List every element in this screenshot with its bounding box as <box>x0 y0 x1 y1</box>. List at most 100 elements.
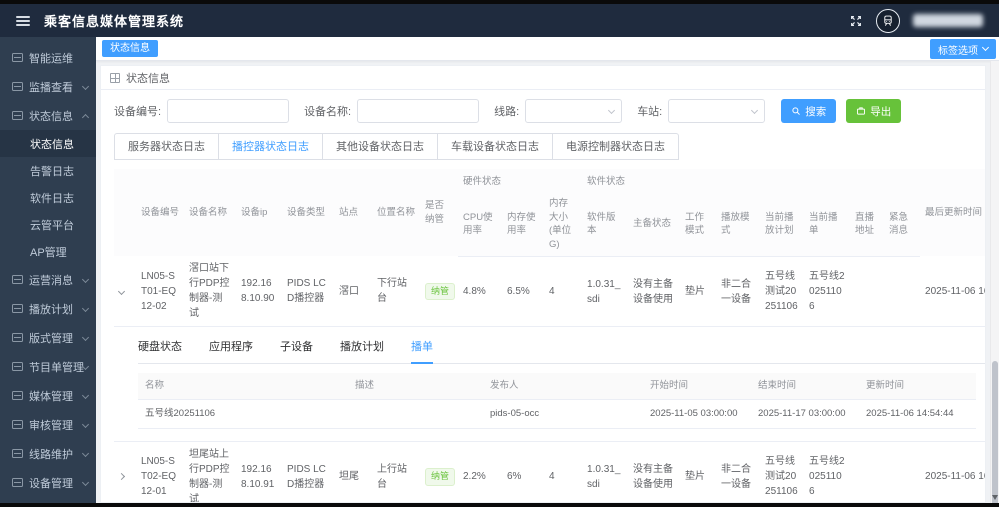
monitor-icon <box>12 82 23 91</box>
expand-row-icon[interactable] <box>118 473 125 480</box>
col-header-location-name: 位置名称 <box>372 169 420 256</box>
cell-site: 滘口 <box>334 256 372 327</box>
cell-memory-size: 4 <box>544 256 582 327</box>
active-page-tag[interactable]: 状态信息 <box>102 40 158 57</box>
subtab-playlist[interactable]: 播单 <box>411 336 433 363</box>
subcol-header-publisher: 发布人 <box>483 373 643 399</box>
col-header-software-version: 软件版本 <box>582 193 628 257</box>
software-status-group-header: 软件状态 <box>582 169 920 193</box>
cell-last-update: 2025-11-06 16 <box>920 256 985 327</box>
sidebar-item-media-management[interactable]: 媒体管理 <box>0 381 96 410</box>
tab-other-device-status-log[interactable]: 其他设备状态日志 <box>323 133 438 160</box>
subcol-header-update-time: 更新时间 <box>859 373 976 399</box>
line-label: 线路: <box>494 103 519 119</box>
sidebar-item-status-info[interactable]: 状态信息 <box>0 101 96 130</box>
plan-icon <box>12 304 23 313</box>
sidebar-item-device-management[interactable]: 设备管理 <box>0 468 96 497</box>
layout-icon <box>12 333 23 342</box>
status-table-wrap: 设备编号设备名称设备ip设备类型站点位置名称是否纳管硬件状态软件状态最后更新时间… <box>114 169 985 502</box>
chevron-down-icon <box>82 479 89 486</box>
cell-software-version: 1.0.31_sdi <box>582 441 628 502</box>
col-header-master-backup: 主备状态 <box>628 193 680 257</box>
tab-controller-status-log[interactable]: 播控器状态日志 <box>219 133 323 160</box>
sidebar-item-layout-management[interactable]: 版式管理 <box>0 323 96 352</box>
sidebar-item-program-management[interactable]: 节目单管理 <box>0 352 96 381</box>
expand-cell <box>114 256 136 327</box>
fullscreen-icon[interactable] <box>849 14 863 28</box>
station-select[interactable] <box>668 99 765 123</box>
col-header-managed: 是否纳管 <box>420 169 458 256</box>
tab-server-status-log[interactable]: 服务器状态日志 <box>114 133 219 160</box>
cell-current-plan: 五号线测试20251106 <box>760 441 804 502</box>
col-header-play-mode: 播放模式 <box>716 193 760 257</box>
device-name-input[interactable] <box>357 99 479 123</box>
cell-device-ip: 192.168.10.91 <box>236 441 282 502</box>
export-button-label: 导出 <box>870 104 891 119</box>
col-header-memory-size: 内存大小(单位G) <box>544 193 582 257</box>
scroll-down-arrow-icon[interactable] <box>992 495 998 500</box>
col-header-current-plan: 当前播放计划 <box>760 193 804 257</box>
chevron-down-icon <box>82 392 89 399</box>
sidebar-item-intelligent-ops[interactable]: 智能运维 <box>0 43 96 72</box>
line-icon <box>12 449 23 458</box>
subtab-applications[interactable]: 应用程序 <box>209 336 253 363</box>
chevron-down-icon <box>82 421 89 428</box>
col-header-device-type: 设备类型 <box>282 169 334 256</box>
expanded-detail-cell: 硬盘状态应用程序子设备播放计划播单名称描述发布人开始时间结束时间更新时间五号线2… <box>114 327 985 442</box>
sidebar-item-label: 播放计划 <box>29 301 73 317</box>
tab-vehicle-device-status-log[interactable]: 车载设备状态日志 <box>438 133 553 160</box>
export-button[interactable]: 导出 <box>846 99 901 123</box>
sidebar-item-operation-message[interactable]: 运营消息 <box>0 265 96 294</box>
search-button[interactable]: 搜索 <box>781 99 836 123</box>
chevron-down-icon <box>82 334 89 341</box>
page-title-icon <box>110 73 120 83</box>
chevron-down-icon <box>82 276 89 283</box>
col-header-device-name: 设备名称 <box>184 169 236 256</box>
sidebar-subitem-status-info[interactable]: 状态信息 <box>0 130 96 157</box>
cell-device-name: 滘口站下行PDP控制器-测试 <box>184 256 236 327</box>
sidebar-subitem-cloud-platform[interactable]: 云管平台 <box>0 211 96 238</box>
expand-cell <box>114 441 136 502</box>
device-no-input[interactable] <box>167 99 289 123</box>
cell-memory-usage: 6.5% <box>502 256 544 327</box>
playlist-subtable: 名称描述发布人开始时间结束时间更新时间五号线20251106pids-05-oc… <box>138 373 976 429</box>
col-header-cpu-usage: CPU使用率 <box>458 193 502 257</box>
search-button-label: 搜索 <box>805 104 826 119</box>
subcell-start-time: 2025-11-05 03:00:00 <box>643 399 751 428</box>
station-label: 车站: <box>637 103 662 119</box>
col-header-emergency-message: 紧急消息 <box>884 193 920 257</box>
cell-emergency-message <box>884 256 920 327</box>
sidebar-subitem-label: AP管理 <box>30 244 67 260</box>
subtab-play-plan[interactable]: 播放计划 <box>340 336 384 363</box>
cell-current-playlist: 五号线20251106 <box>804 256 850 327</box>
device-name-label: 设备名称: <box>304 103 351 119</box>
collapse-row-icon[interactable] <box>118 288 125 295</box>
tab-power-controller-status-log[interactable]: 电源控制器状态日志 <box>553 133 679 160</box>
sidebar-item-play-plan[interactable]: 播放计划 <box>0 294 96 323</box>
cell-master-backup: 没有主备设备使用 <box>628 256 680 327</box>
col-header-memory-usage: 内存使用率 <box>502 193 544 257</box>
subtab-disk-status[interactable]: 硬盘状态 <box>138 336 182 363</box>
sidebar-item-label: 审核管理 <box>29 417 73 433</box>
sidebar-item-review-management[interactable]: 审核管理 <box>0 410 96 439</box>
cell-memory-size: 4 <box>544 441 582 502</box>
avatar[interactable] <box>876 9 900 33</box>
sidebar-item-line-maintenance[interactable]: 线路维护 <box>0 439 96 468</box>
col-header-current-playlist: 当前播单 <box>804 193 850 257</box>
menu-toggle-icon[interactable] <box>16 16 30 26</box>
col-header-site: 站点 <box>334 169 372 256</box>
cell-cpu-usage: 2.2% <box>458 441 502 502</box>
cell-location-name: 上行站台 <box>372 441 420 502</box>
subtab-sub-devices[interactable]: 子设备 <box>280 336 313 363</box>
scrollbar-thumb[interactable] <box>992 361 998 507</box>
sidebar-subitem-ap-management[interactable]: AP管理 <box>0 238 96 265</box>
sidebar-subitem-alarm-log[interactable]: 告警日志 <box>0 157 96 184</box>
line-select[interactable] <box>525 99 622 123</box>
sidebar-subitem-software-log[interactable]: 软件日志 <box>0 184 96 211</box>
sidebar-item-label: 智能运维 <box>29 50 73 66</box>
tag-options-button[interactable]: 标签选项 <box>930 39 996 59</box>
sidebar-item-broadcast-monitor[interactable]: 监播查看 <box>0 72 96 101</box>
app-title: 乘客信息媒体管理系统 <box>44 11 184 30</box>
app-window: 乘客信息媒体管理系统 智能运维监播查看状态信息状态信息告警日志软件日志 <box>0 0 999 507</box>
vertical-scrollbar[interactable] <box>990 61 999 503</box>
